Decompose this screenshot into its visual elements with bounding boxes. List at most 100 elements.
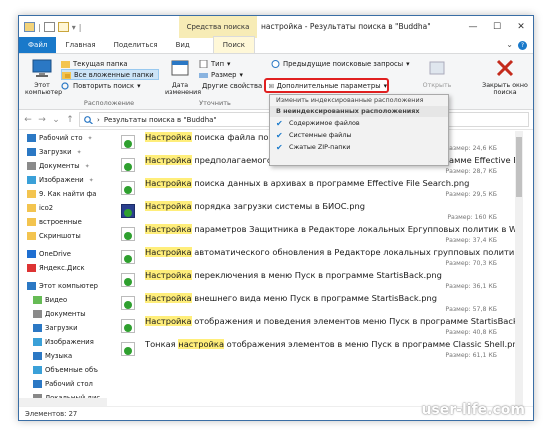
list-item[interactable]: Настройка параметров Защитника в Редакто… — [111, 223, 523, 246]
close-window-button[interactable]: ✕ — [509, 16, 533, 38]
file-name: Настройка автоматического обновления в Р… — [145, 247, 523, 257]
nav-item-icon — [27, 250, 36, 258]
recent-dropdown-icon[interactable]: ⌄ — [51, 115, 61, 125]
checkmark-icon: ✔ — [276, 142, 283, 152]
nav-item[interactable]: Документы — [19, 307, 104, 321]
forward-icon[interactable]: → — [37, 115, 47, 125]
chevron-down-icon: ▾ — [383, 81, 387, 90]
search-results-icon — [84, 115, 93, 124]
tab-view[interactable]: Вид — [167, 37, 199, 53]
search-hit-highlight: Настройка — [145, 293, 192, 303]
search-hit-highlight: настройка — [178, 339, 225, 349]
recent-searches-icon — [271, 59, 280, 68]
location-group-label: Расположение — [83, 99, 135, 107]
nav-item[interactable]: Изображения — [19, 335, 104, 349]
type-icon — [199, 59, 208, 68]
menu-item-zip-folders[interactable]: ✔ Сжатые ZIP-папки — [270, 141, 448, 153]
nav-item-label: Загрузки — [39, 148, 72, 156]
watermark: user-life.com — [421, 402, 525, 418]
nav-item-label: Загрузки — [45, 324, 78, 332]
up-icon[interactable]: ↑ — [65, 115, 75, 125]
image-file-icon — [121, 181, 135, 195]
pin-icon: ✦ — [87, 134, 93, 142]
advanced-options-button[interactable]: Дополнительные параметры ▾ — [264, 78, 389, 93]
menu-item-file-contents[interactable]: ✔ Содержимое файлов — [270, 117, 448, 129]
search-hit-highlight: Настройка — [145, 178, 192, 188]
list-item[interactable]: Настройка автоматического обновления в Р… — [111, 246, 523, 269]
all-subfolders-button[interactable]: Все вложенные папки — [61, 69, 159, 80]
nav-item[interactable]: Документы ✦ — [19, 159, 104, 173]
file-size: Размер: 28,7 КБ — [445, 168, 497, 175]
tab-file[interactable]: Файл — [19, 37, 57, 53]
search-again-button[interactable]: Повторить поиск ▾ — [61, 80, 159, 91]
nav-item[interactable]: Рабочий стол — [19, 377, 104, 391]
nonindexed-heading: В неиндексированных расположениях — [270, 106, 448, 117]
maximize-button[interactable]: ☐ — [485, 16, 509, 38]
nav-item-icon — [27, 232, 36, 240]
nav-item[interactable]: Яндекс.Диск — [19, 261, 104, 275]
tab-share[interactable]: Поделиться — [105, 37, 167, 53]
minimize-button[interactable]: — — [461, 16, 485, 38]
image-file-icon — [121, 296, 135, 310]
nav-item[interactable]: Музыка — [19, 349, 104, 363]
search-again-icon — [61, 81, 69, 90]
nav-item[interactable]: Этот компьютер — [19, 279, 104, 293]
nav-item-label: Объемные объ — [45, 366, 98, 374]
list-item[interactable]: Настройка переключения в меню Пуск в про… — [111, 269, 523, 292]
nav-item[interactable]: Скриншоты — [19, 229, 104, 243]
properties-icon[interactable] — [43, 22, 55, 32]
type-button[interactable]: Тип ▾ — [199, 58, 265, 69]
recent-searches-button[interactable]: Предыдущие поисковые запросы ▾ — [271, 58, 441, 69]
other-properties-button[interactable]: Другие свойства▾ — [199, 80, 269, 91]
scrollbar-thumb[interactable] — [516, 137, 522, 197]
date-modified-button[interactable]: Дата изменения — [165, 58, 201, 96]
list-item[interactable]: Тонкая настройка отображения элементов в… — [111, 338, 523, 361]
list-item[interactable]: Настройка внешнего вида меню Пуск в прог… — [111, 292, 523, 315]
image-file-icon — [121, 135, 135, 149]
refine-group-label: Уточнить — [199, 99, 231, 107]
list-item[interactable]: Настройка порядка загрузки системы в БИО… — [111, 200, 523, 223]
file-name: Тонкая настройка отображения элементов в… — [145, 339, 523, 349]
open-file-location-button[interactable]: Открыть — [417, 58, 457, 89]
help-icon[interactable]: ? — [518, 41, 527, 50]
nav-item[interactable]: OneDrive — [19, 247, 104, 261]
file-size: Размер: 70,3 КБ — [445, 260, 497, 267]
back-icon[interactable]: ← — [23, 115, 33, 125]
this-pc-button[interactable]: Этот компьютер — [25, 58, 62, 96]
change-indexed-locations-item[interactable]: Изменить индексированные расположения — [270, 95, 448, 106]
file-size: Размер: 61,1 КБ — [445, 352, 497, 359]
new-folder-icon[interactable] — [57, 22, 69, 32]
list-item[interactable]: Настройка отображения и поведения элемен… — [111, 315, 523, 338]
nav-item[interactable]: ico2 — [19, 201, 104, 215]
file-size: Размер: 37,4 КБ — [445, 237, 497, 244]
nav-item[interactable]: Изображени ✦ — [19, 173, 104, 187]
nav-item[interactable]: Видео — [19, 293, 104, 307]
vertical-scrollbar[interactable] — [515, 131, 523, 407]
size-button[interactable]: Размер ▾ — [199, 69, 265, 80]
nav-horizontal-scrollbar[interactable] — [19, 398, 107, 406]
nav-item[interactable]: 9. Как найти фа — [19, 187, 104, 201]
nav-item[interactable]: Загрузки ✦ — [19, 145, 104, 159]
nav-item[interactable]: Рабочий сто ✦ — [19, 131, 104, 145]
item-count: Элементов: 27 — [25, 410, 78, 418]
current-folder-button[interactable]: Текущая папка — [61, 58, 159, 69]
list-item[interactable]: Настройка поиска данных в архивах в прог… — [111, 177, 523, 200]
advanced-options-menu: Изменить индексированные расположения В … — [269, 94, 449, 166]
menu-item-system-files[interactable]: ✔ Системные файлы — [270, 129, 448, 141]
tab-search[interactable]: Поиск — [212, 36, 255, 53]
refine-group: Тип▾ Размер▾ Другие свойства▾ — [199, 58, 269, 91]
options-group: Предыдущие поисковые запросы ▾ — [271, 58, 441, 69]
customize-qa-icon[interactable]: ▾ — [72, 23, 76, 32]
search-hit-highlight: Настройка — [145, 247, 192, 257]
ribbon-collapse-icon[interactable]: ⌄ — [506, 40, 513, 49]
nav-item-icon — [33, 296, 42, 304]
file-size: Размер: 160 КБ — [447, 214, 497, 221]
image-file-icon — [121, 250, 135, 264]
file-name: Настройка параметров Защитника в Редакто… — [145, 224, 523, 234]
nav-item[interactable]: Объемные объ — [19, 363, 104, 377]
nav-item[interactable]: Загрузки — [19, 321, 104, 335]
nav-item-label: встроенные — [39, 218, 82, 226]
close-search-button[interactable]: Закрыть окно поиска — [481, 58, 529, 96]
nav-item[interactable]: встроенные — [19, 215, 104, 229]
tab-home[interactable]: Главная — [56, 37, 104, 53]
